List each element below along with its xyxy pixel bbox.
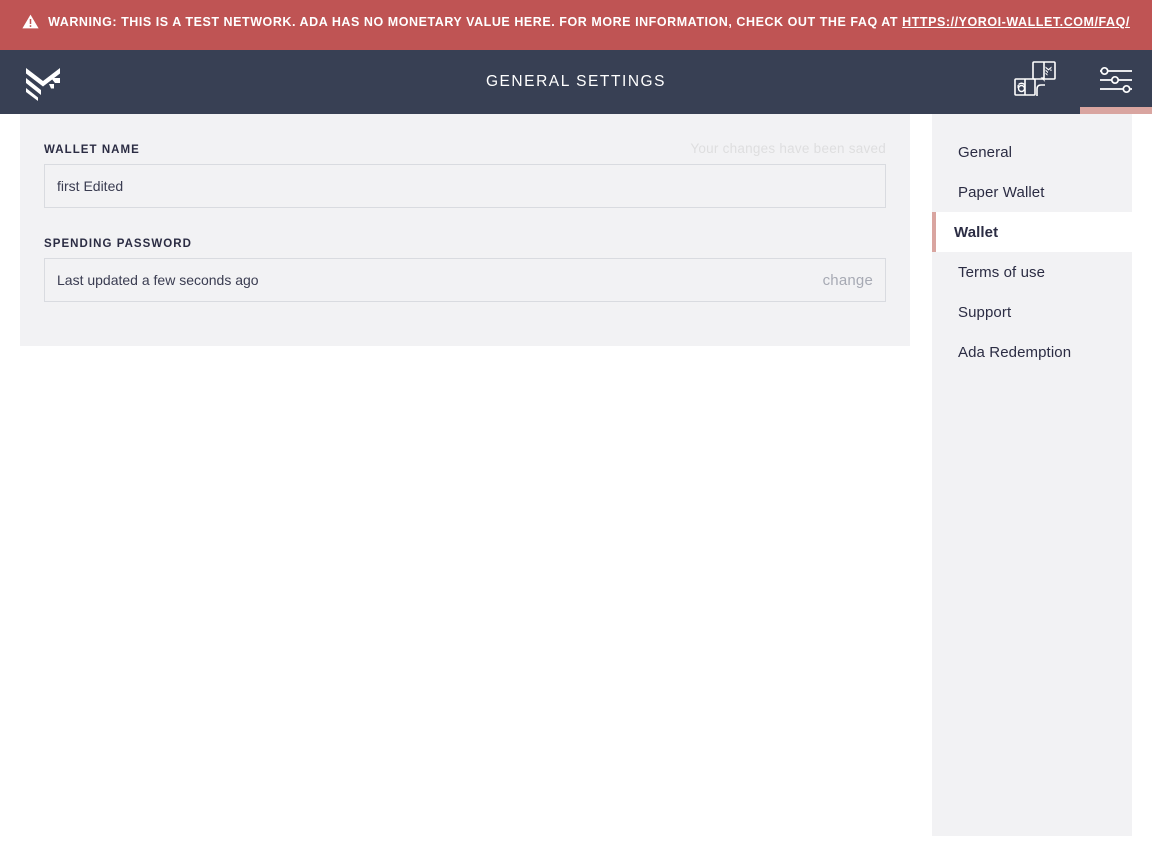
topbar-actions	[994, 50, 1152, 114]
settings-menu-item-terms-of-use[interactable]: Terms of use	[932, 252, 1132, 292]
spending-password-header: SPENDING PASSWORD	[44, 230, 886, 250]
settings-menu: General Paper Wallet Wallet Terms of use…	[932, 114, 1132, 836]
settings-menu-item-general[interactable]: General	[932, 132, 1132, 172]
wallet-name-header: WALLET NAME Your changes have been saved	[44, 136, 886, 156]
wallet-settings-panel: WALLET NAME Your changes have been saved…	[20, 114, 910, 346]
menu-item-label: General	[958, 143, 1013, 161]
field-spacer	[44, 208, 886, 230]
wallet-name-label: WALLET NAME	[44, 144, 140, 156]
changes-saved-message: Your changes have been saved	[690, 141, 886, 156]
settings-page-body: WALLET NAME Your changes have been saved…	[0, 114, 1152, 847]
menu-item-label: Wallet	[954, 223, 999, 241]
change-password-link[interactable]: change	[823, 272, 873, 289]
spending-password-row[interactable]: Last updated a few seconds ago change	[44, 258, 886, 302]
wallet-name-input[interactable]	[44, 164, 886, 208]
wallet-transfer-button[interactable]	[994, 50, 1080, 114]
settings-sliders-icon	[1098, 65, 1134, 100]
settings-menu-item-support[interactable]: Support	[932, 292, 1132, 332]
warning-text: WARNING: THIS IS A TEST NETWORK. ADA HAS…	[22, 12, 1130, 36]
page-title: GENERAL SETTINGS	[485, 73, 667, 90]
settings-button[interactable]	[1080, 50, 1152, 114]
menu-item-label: Terms of use	[958, 263, 1046, 281]
menu-item-label: Paper Wallet	[958, 183, 1045, 201]
faq-link[interactable]: HTTPS://YOROI-WALLET.COM/FAQ/	[902, 15, 1130, 29]
menu-item-label: Support	[958, 303, 1012, 321]
settings-menu-item-paper-wallet[interactable]: Paper Wallet	[932, 172, 1132, 212]
menu-item-label: Ada Redemption	[958, 343, 1072, 361]
spending-password-status: Last updated a few seconds ago	[57, 272, 259, 288]
wallet-transfer-icon	[1012, 58, 1062, 107]
settings-menu-item-ada-redemption[interactable]: Ada Redemption	[932, 332, 1132, 372]
yoroi-chevron-logo[interactable]	[22, 61, 64, 103]
settings-menu-item-wallet[interactable]: Wallet	[932, 212, 1132, 252]
top-navigation-bar: GENERAL SETTINGS	[0, 50, 1152, 114]
warning-triangle-icon	[22, 14, 39, 36]
active-tab-indicator	[1080, 107, 1152, 114]
test-network-warning-banner: WARNING: THIS IS A TEST NETWORK. ADA HAS…	[0, 0, 1152, 50]
spending-password-label: SPENDING PASSWORD	[44, 238, 192, 250]
warning-message-text: WARNING: THIS IS A TEST NETWORK. ADA HAS…	[48, 15, 903, 29]
